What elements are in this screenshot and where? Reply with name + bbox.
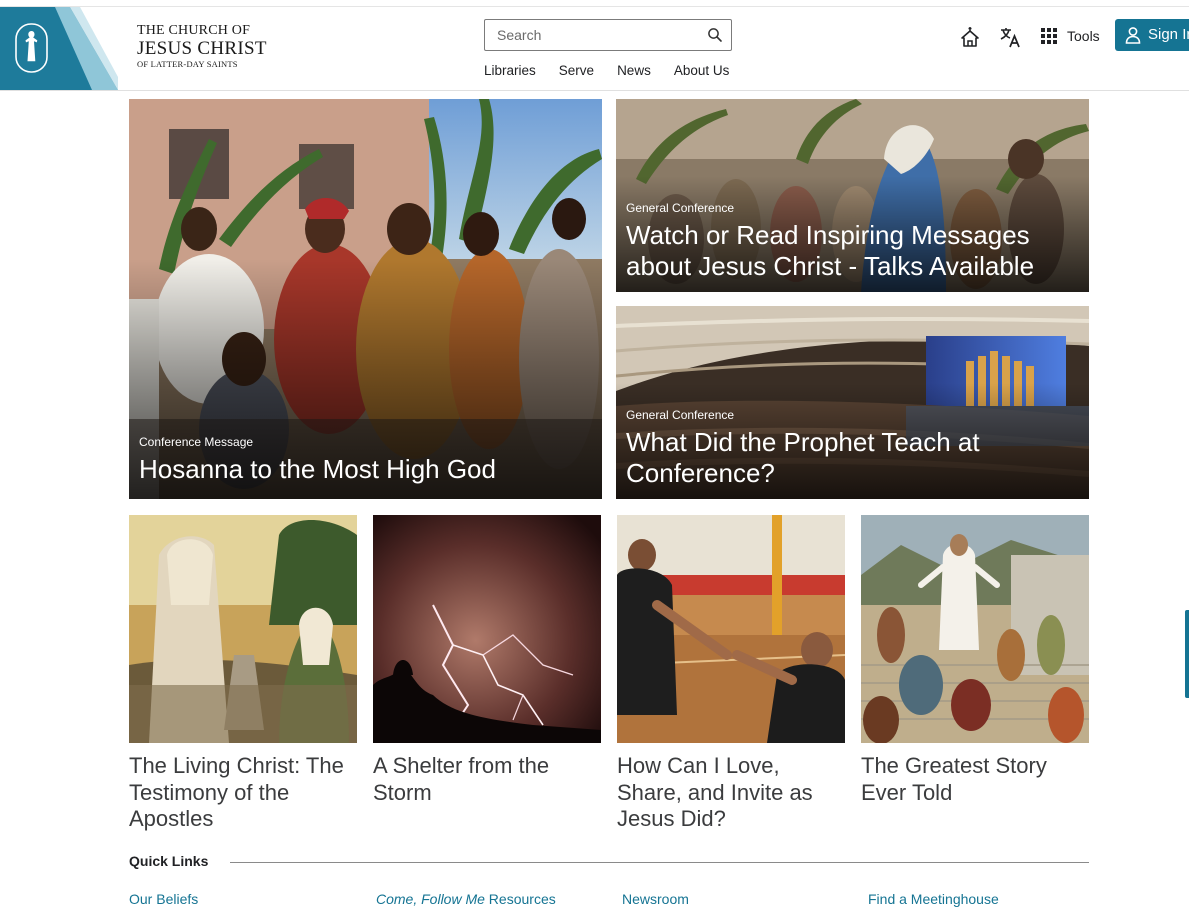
feature-tile-hosanna[interactable]: Conference Message Hosanna to the Most H… bbox=[129, 99, 602, 499]
tile-title: Hosanna to the Most High God bbox=[139, 454, 496, 484]
card-shelter-storm[interactable]: A Shelter from the Storm bbox=[373, 515, 601, 806]
nav-item-about-us[interactable]: About Us bbox=[674, 63, 730, 83]
quick-link-find-meetinghouse[interactable]: Find a Meetinghouse bbox=[868, 891, 999, 907]
card-image bbox=[861, 515, 1089, 743]
search-input[interactable] bbox=[485, 20, 707, 50]
tile-kicker: General Conference bbox=[626, 408, 735, 422]
tile-title: Watch or Read Inspiring Messages about J… bbox=[626, 220, 1035, 281]
quick-links-divider bbox=[230, 862, 1089, 863]
feature-tile-prophet-teach[interactable]: General Conference What Did the Prophet … bbox=[616, 306, 1089, 499]
tools-label: Tools bbox=[1067, 28, 1100, 44]
card-image bbox=[129, 515, 357, 743]
card-title: A Shelter from the Storm bbox=[373, 753, 550, 805]
sign-in-label: Sign In bbox=[1148, 26, 1189, 43]
site-header: THE CHURCH OF JESUS CHRIST OF LATTER-DAY… bbox=[0, 7, 1189, 91]
meetinghouse-icon[interactable] bbox=[958, 25, 982, 49]
search-icon[interactable] bbox=[707, 27, 723, 43]
tile-caption: Conference Message Hosanna to the Most H… bbox=[139, 435, 592, 485]
church-wordmark[interactable]: THE CHURCH OF JESUS CHRIST OF LATTER-DAY… bbox=[137, 24, 267, 69]
search-box bbox=[484, 19, 732, 51]
browser-top-strip bbox=[0, 0, 1189, 7]
feedback-tab[interactable] bbox=[1185, 610, 1189, 698]
tile-caption: General Conference What Did the Prophet … bbox=[626, 408, 1079, 489]
language-icon[interactable] bbox=[998, 25, 1022, 49]
quick-link-our-beliefs[interactable]: Our Beliefs bbox=[129, 891, 198, 907]
tile-kicker: Conference Message bbox=[139, 435, 254, 449]
user-icon bbox=[1125, 27, 1141, 44]
card-title: The Living Christ: The Testimony of the … bbox=[129, 753, 344, 831]
card-living-christ[interactable]: The Living Christ: The Testimony of the … bbox=[129, 515, 357, 833]
tile-kicker: General Conference bbox=[626, 201, 735, 215]
woman-at-well-image bbox=[129, 515, 357, 743]
tools-menu[interactable]: Tools bbox=[1041, 25, 1100, 47]
card-love-share-invite[interactable]: How Can I Love, Share, and Invite as Jes… bbox=[617, 515, 845, 833]
wordmark-line-3: OF LATTER-DAY SAINTS bbox=[137, 59, 238, 69]
tile-caption: General Conference Watch or Read Inspiri… bbox=[626, 201, 1079, 282]
card-title: The Greatest Story Ever Told bbox=[861, 753, 1047, 805]
christ-in-americas-image bbox=[861, 515, 1089, 743]
wordmark-line-2: JESUS CHRIST bbox=[137, 38, 267, 59]
quick-links-heading: Quick Links bbox=[129, 853, 209, 869]
sign-in-button[interactable]: Sign In bbox=[1115, 19, 1189, 51]
card-image bbox=[373, 515, 601, 743]
card-greatest-story[interactable]: The Greatest Story Ever Told bbox=[861, 515, 1089, 806]
main-nav: Libraries Serve News About Us bbox=[484, 63, 752, 83]
basketball-court-image bbox=[617, 515, 845, 743]
apps-grid-icon bbox=[1041, 28, 1057, 44]
nav-item-libraries[interactable]: Libraries bbox=[484, 63, 536, 83]
quick-link-newsroom[interactable]: Newsroom bbox=[622, 891, 689, 907]
nav-item-news[interactable]: News bbox=[617, 63, 651, 83]
lightning-storm-image bbox=[373, 515, 601, 743]
nav-item-serve[interactable]: Serve bbox=[559, 63, 594, 83]
card-title: How Can I Love, Share, and Invite as Jes… bbox=[617, 753, 813, 831]
feature-tile-inspiring-messages[interactable]: General Conference Watch or Read Inspiri… bbox=[616, 99, 1089, 292]
card-image bbox=[617, 515, 845, 743]
wordmark-line-1: THE CHURCH OF bbox=[137, 23, 251, 38]
tile-title: What Did the Prophet Teach at Conference… bbox=[626, 427, 980, 488]
quick-link-come-follow-me[interactable]: Come, Follow Me Resources bbox=[376, 891, 556, 907]
christus-logo[interactable] bbox=[0, 7, 118, 90]
